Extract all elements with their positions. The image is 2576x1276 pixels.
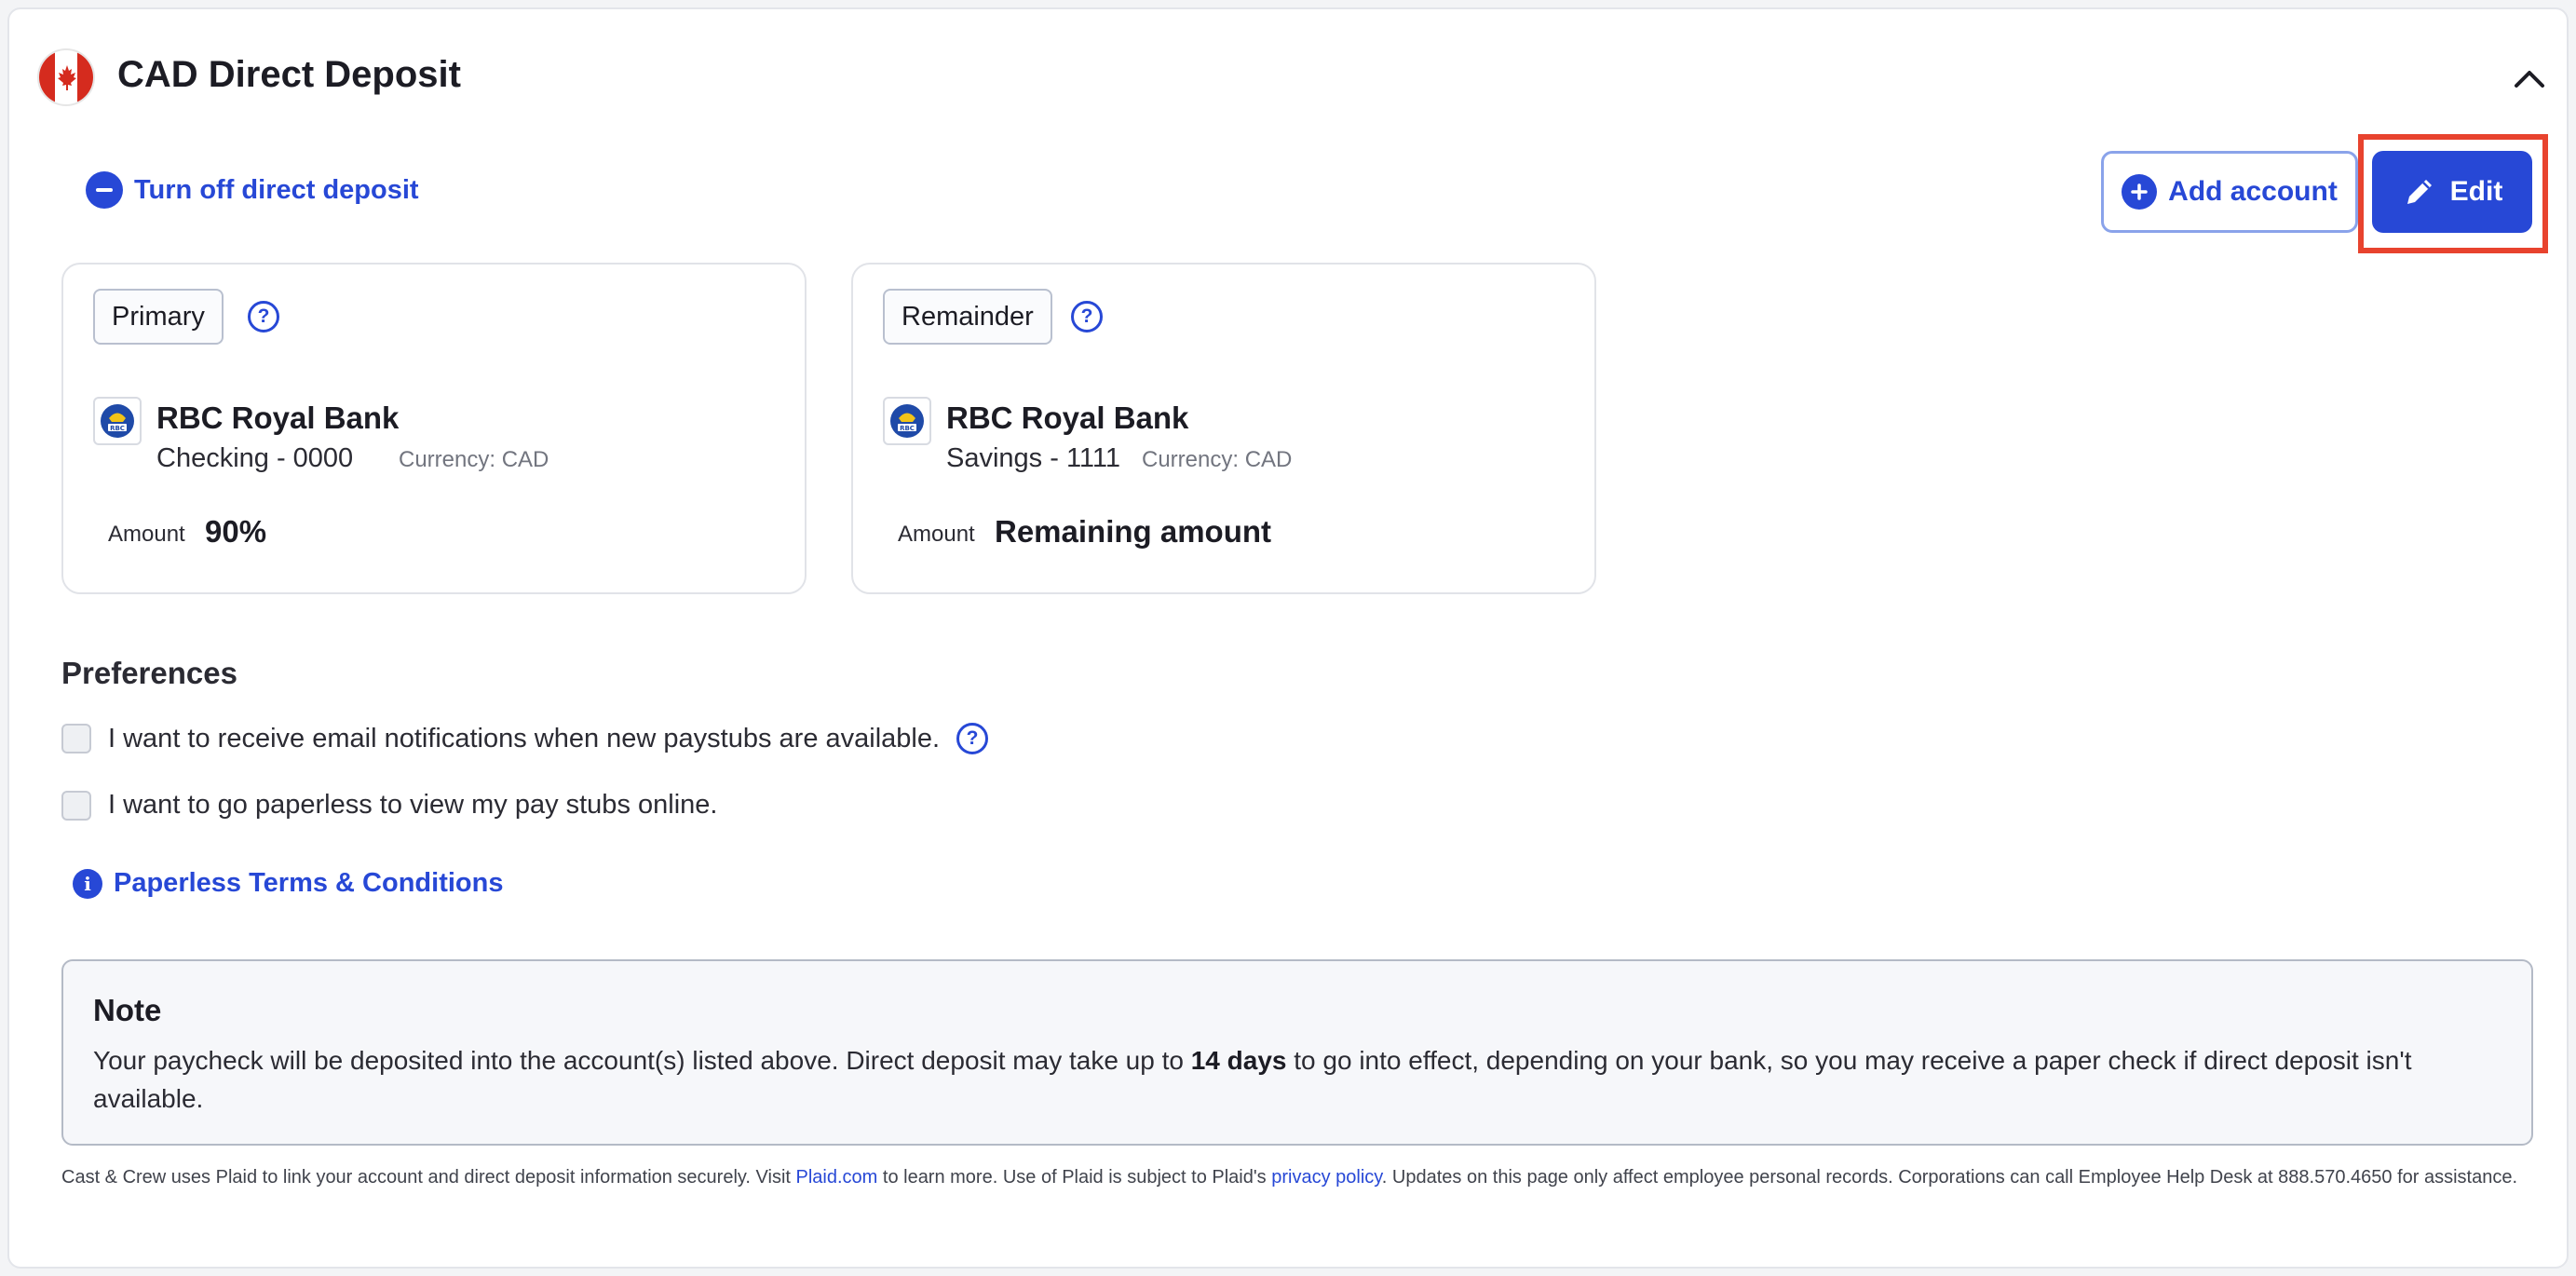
footer-text: Cast & Crew uses Plaid to link your acco… (61, 1167, 796, 1188)
privacy-policy-link[interactable]: privacy policy (1271, 1167, 1382, 1188)
account-card-primary: Primary ? RBC RBC Royal Bank Checking - … (61, 263, 807, 594)
bank-name: RBC Royal Bank (946, 400, 1189, 435)
pencil-icon (2407, 180, 2432, 204)
turn-off-direct-deposit-link[interactable]: Turn off direct deposit (86, 171, 419, 209)
paperless-terms-link[interactable]: i Paperless Terms & Conditions (73, 868, 503, 899)
help-icon[interactable]: ? (248, 301, 279, 333)
account-tag: Primary (93, 289, 224, 345)
amount-value: Remaining amount (995, 514, 1272, 549)
add-account-button[interactable]: Add account (2101, 151, 2358, 233)
note-title: Note (93, 993, 162, 1027)
account-number: Savings - 1111 (946, 443, 1120, 473)
paperless-terms-label: Paperless Terms & Conditions (114, 868, 504, 898)
footer-text: . Updates on this page only affect emplo… (1381, 1167, 2518, 1188)
rbc-bank-logo-icon: RBC (883, 397, 931, 445)
help-icon[interactable]: ? (1071, 301, 1103, 333)
note-text: Your paycheck will be deposited into the… (93, 1041, 2496, 1118)
turn-off-label: Turn off direct deposit (134, 174, 419, 205)
footer-text: to learn more. Use of Plaid is subject t… (877, 1167, 1272, 1188)
chevron-up-icon (2515, 71, 2544, 88)
account-tag: Remainder (883, 289, 1052, 345)
svg-text:RBC: RBC (110, 425, 125, 432)
note-text-part: Your paycheck will be deposited into the… (93, 1046, 1191, 1075)
account-currency: Currency: CAD (1142, 447, 1293, 472)
email-notifications-checkbox[interactable] (61, 724, 91, 753)
bank-name: RBC Royal Bank (156, 400, 400, 435)
help-icon[interactable]: ? (956, 723, 989, 754)
edit-label: Edit (2449, 176, 2503, 207)
cad-direct-deposit-panel: CAD Direct Deposit Turn off direct depos… (7, 7, 2569, 1269)
minus-circle-icon (86, 171, 123, 209)
account-currency: Currency: CAD (399, 447, 549, 472)
account-number: Checking - 0000 (156, 443, 354, 473)
amount-value: 90% (205, 514, 267, 549)
plus-circle-icon (2122, 174, 2158, 210)
collapse-button[interactable] (2509, 58, 2550, 99)
page-title: CAD Direct Deposit (117, 54, 461, 95)
paperless-label: I want to go paperless to view my pay st… (108, 790, 718, 820)
info-icon: i (73, 868, 102, 899)
paperless-checkbox[interactable] (61, 790, 91, 821)
canada-flag-icon (37, 48, 95, 106)
note-box: Note Your paycheck will be deposited int… (61, 959, 2533, 1146)
rbc-bank-logo-icon: RBC (93, 397, 142, 445)
email-notifications-label: I want to receive email notifications wh… (108, 723, 941, 753)
note-text-bold: 14 days (1190, 1046, 1287, 1075)
add-account-label: Add account (2168, 176, 2338, 207)
plaid-link[interactable]: Plaid.com (796, 1167, 878, 1188)
preferences-heading: Preferences (61, 656, 237, 690)
svg-text:RBC: RBC (900, 425, 915, 432)
edit-button[interactable]: Edit (2372, 151, 2532, 233)
account-card-remainder: Remainder ? RBC RBC Royal Bank Savings -… (851, 263, 1596, 594)
footer-disclaimer: Cast & Crew uses Plaid to link your acco… (61, 1164, 2533, 1190)
amount-label: Amount (898, 522, 975, 547)
paperless-preference: I want to go paperless to view my pay st… (61, 790, 717, 821)
amount-label: Amount (108, 522, 185, 547)
email-notifications-preference: I want to receive email notifications wh… (61, 723, 989, 754)
